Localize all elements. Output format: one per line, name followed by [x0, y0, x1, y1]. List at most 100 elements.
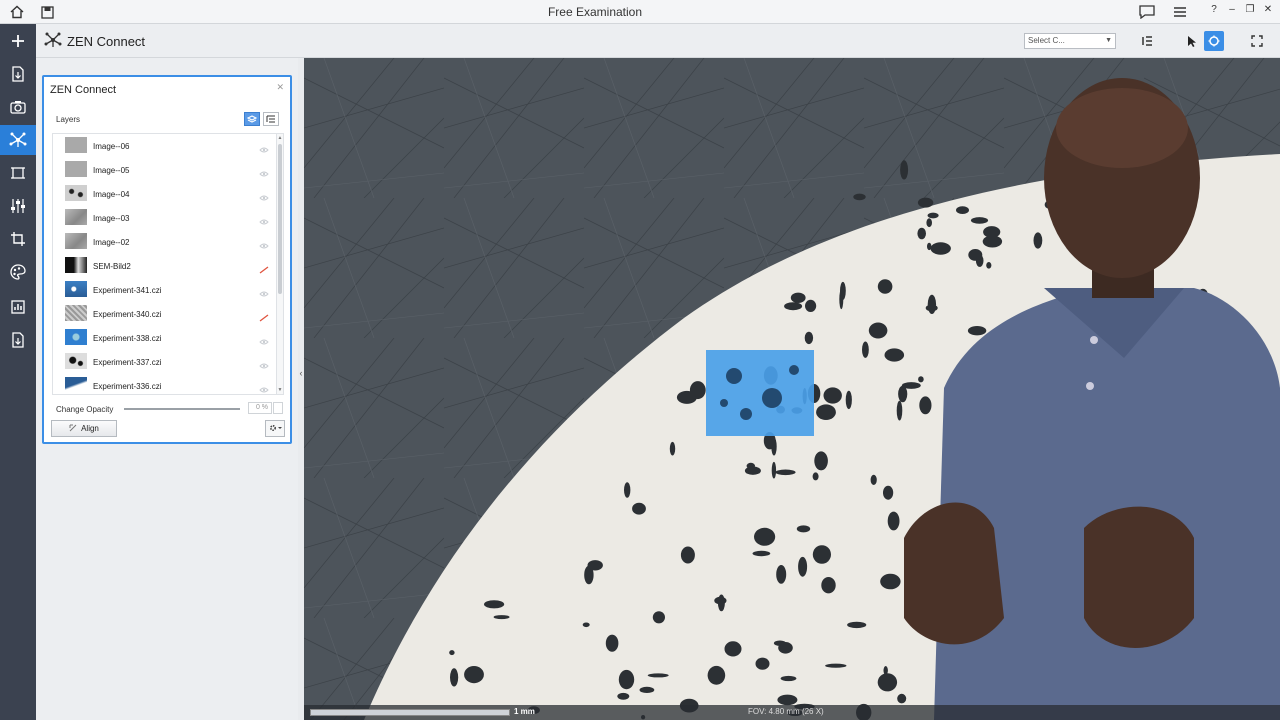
report-chart-icon[interactable] — [0, 292, 36, 322]
layer-row[interactable]: Image--06 — [53, 134, 276, 158]
chat-icon[interactable] — [1138, 3, 1156, 21]
crop-region-icon[interactable] — [0, 158, 36, 188]
layer-name: Image--03 — [93, 214, 130, 223]
eye-icon[interactable] — [259, 357, 269, 369]
eye-icon[interactable] — [259, 189, 269, 201]
scale-label: 1 mm — [514, 707, 535, 716]
particle — [983, 226, 1001, 238]
particle — [805, 299, 817, 312]
particle — [647, 673, 669, 678]
help-icon[interactable]: ? — [1206, 2, 1222, 18]
layer-name: Image--02 — [93, 238, 130, 247]
particle — [493, 615, 510, 620]
window-controls: ? – ❐ ✕ — [1206, 2, 1276, 18]
particle — [870, 474, 877, 485]
layer-row[interactable]: Image--03 — [53, 206, 276, 230]
particle — [812, 545, 831, 564]
eye-icon[interactable] — [259, 333, 269, 345]
left-panel: ZEN Connect ✕ Layers Image--06 Image--05 I… — [36, 58, 298, 720]
layer-row[interactable]: Image--02 — [53, 230, 276, 254]
particle — [804, 331, 814, 345]
particle — [918, 376, 924, 383]
visibility-disabled-icon[interactable] — [259, 261, 269, 274]
camera-icon[interactable] — [0, 92, 36, 122]
close-icon[interactable]: ✕ — [276, 82, 284, 93]
layer-row[interactable]: Experiment-341.czi — [53, 278, 276, 302]
export-icon[interactable] — [0, 325, 36, 355]
pointer-tool-icon[interactable] — [1182, 31, 1202, 51]
opacity-slider[interactable] — [124, 408, 240, 410]
layer-row[interactable]: Image--05 — [53, 158, 276, 182]
layer-row[interactable]: Experiment-336.czi — [53, 374, 276, 394]
scroll-up-arrow-icon[interactable]: ▲ — [277, 135, 283, 141]
adjust-sliders-icon[interactable] — [0, 191, 36, 221]
layer-row[interactable]: Experiment-337.czi — [53, 350, 276, 374]
particle — [975, 254, 984, 267]
layer-stack-view-button[interactable] — [244, 112, 260, 126]
eye-icon[interactable] — [259, 285, 269, 297]
layer-name: Image--05 — [93, 166, 130, 175]
zen-connect-icon[interactable] — [0, 125, 36, 155]
opacity-spin-button[interactable] — [273, 402, 283, 414]
image-viewer[interactable] — [304, 58, 1280, 720]
fullscreen-icon[interactable] — [1247, 31, 1267, 51]
particle — [814, 451, 828, 471]
eye-icon[interactable] — [259, 165, 269, 177]
opacity-value-field[interactable]: 0 % — [248, 402, 272, 414]
eye-icon[interactable] — [259, 237, 269, 249]
particle — [796, 525, 811, 533]
add-icon[interactable] — [0, 26, 36, 56]
particle — [917, 197, 934, 208]
particle — [845, 390, 852, 410]
particle — [825, 663, 847, 668]
minimize-icon[interactable]: – — [1224, 2, 1240, 18]
layer-list-scrollbar[interactable]: ▲ ▼ — [276, 133, 284, 395]
eye-icon[interactable] — [259, 213, 269, 225]
eye-icon[interactable] — [259, 381, 269, 393]
scale-bar — [310, 709, 510, 716]
particle — [970, 217, 989, 224]
particle — [639, 686, 655, 694]
restore-icon[interactable]: ❐ — [1242, 2, 1258, 18]
particle — [680, 546, 695, 564]
layer-name: Experiment-341.czi — [93, 286, 162, 295]
pan-tool-icon[interactable] — [1204, 31, 1224, 51]
particle — [707, 665, 726, 685]
layer-row[interactable]: Experiment-340.czi — [53, 302, 276, 326]
select-dropdown[interactable]: Select C... ▼ — [1024, 33, 1116, 49]
settings-gear-button[interactable] — [265, 420, 285, 437]
palette-icon[interactable] — [0, 257, 36, 287]
tree-view-button[interactable] — [263, 112, 279, 126]
visibility-disabled-icon[interactable] — [259, 309, 269, 322]
info-panel-icon[interactable] — [1137, 31, 1157, 51]
document-icon[interactable] — [0, 59, 36, 89]
gear-icon — [268, 420, 282, 438]
align-button[interactable]: Align — [51, 420, 117, 437]
scroll-down-arrow-icon[interactable]: ▼ — [277, 387, 283, 393]
close-icon[interactable]: ✕ — [1260, 2, 1276, 18]
layer-row[interactable]: Experiment-338.czi — [53, 326, 276, 350]
particle — [582, 622, 590, 628]
scrollbar-thumb[interactable] — [278, 144, 282, 294]
particle — [464, 666, 484, 684]
menu-icon[interactable] — [1171, 3, 1189, 21]
particle — [812, 472, 819, 481]
particle — [887, 511, 900, 531]
layer-name: Image--04 — [93, 190, 130, 199]
particle — [773, 640, 786, 646]
layer-thumbnail — [65, 353, 87, 369]
left-toolbar — [0, 24, 36, 720]
status-bar: 1 mm FOV: 4.80 mm (26 X) — [304, 705, 1280, 720]
particle — [847, 621, 867, 629]
particle — [823, 387, 842, 404]
align-label: Align — [81, 424, 99, 433]
particle — [926, 218, 932, 228]
layer-name: Experiment-338.czi — [93, 334, 162, 343]
layer-row[interactable]: SEM-Bild2 — [53, 254, 276, 278]
microscope-image — [304, 58, 1280, 720]
particle — [956, 206, 969, 215]
crop-icon[interactable] — [0, 224, 36, 254]
layer-row[interactable]: Image--04 — [53, 182, 276, 206]
eye-icon[interactable] — [259, 141, 269, 153]
particle — [883, 485, 894, 500]
